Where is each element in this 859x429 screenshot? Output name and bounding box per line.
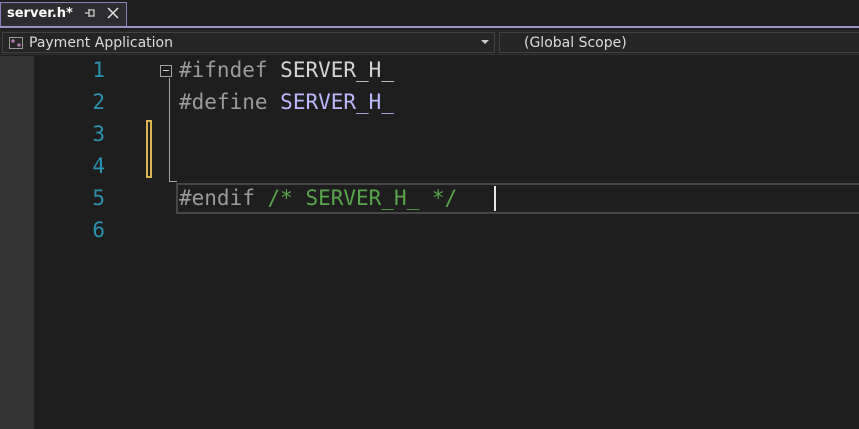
- preprocessor-directive: #ifndef: [179, 58, 268, 82]
- fold-guide: [169, 78, 170, 182]
- line-number: 1: [92, 58, 105, 82]
- chevron-down-icon[interactable]: [481, 40, 489, 44]
- scope-label: (Global Scope): [524, 35, 627, 51]
- line-number: 4: [92, 154, 105, 178]
- project-dropdown[interactable]: Payment Application: [2, 32, 495, 53]
- preprocessor-directive: #endif: [179, 186, 255, 210]
- project-icon: [9, 37, 23, 49]
- fold-guide-end: [169, 181, 177, 182]
- pin-icon[interactable]: [83, 6, 97, 20]
- text-caret: [494, 186, 496, 211]
- collapse-icon[interactable]: [160, 65, 172, 77]
- code-line[interactable]: #ifndef SERVER_H_: [179, 58, 394, 82]
- identifier: SERVER_H_: [280, 58, 394, 82]
- code-line[interactable]: #endif /* SERVER_H_ */: [179, 186, 457, 210]
- comment: /* SERVER_H_ */: [267, 186, 458, 210]
- change-marker: [146, 120, 152, 178]
- tab-strip: server.h*: [0, 0, 859, 28]
- line-number: 5: [92, 186, 105, 210]
- code-line[interactable]: #define SERVER_H_: [179, 90, 394, 114]
- close-icon[interactable]: [106, 6, 120, 20]
- scope-dropdown[interactable]: (Global Scope): [499, 32, 859, 53]
- glyph-margin[interactable]: [0, 56, 34, 429]
- line-number: 6: [92, 218, 105, 242]
- project-label: Payment Application: [29, 35, 173, 51]
- tab-title: server.h*: [7, 6, 73, 21]
- line-number: 2: [92, 90, 105, 114]
- navigation-bar: Payment Application (Global Scope): [0, 30, 859, 55]
- line-number: 3: [92, 122, 105, 146]
- tab-server-h[interactable]: server.h*: [0, 2, 127, 26]
- macro-name: SERVER_H_: [280, 90, 394, 114]
- code-editor[interactable]: 1 2 3 4 5 6 #ifndef SERVER_H_ #define SE…: [0, 56, 859, 429]
- preprocessor-directive: #define: [179, 90, 268, 114]
